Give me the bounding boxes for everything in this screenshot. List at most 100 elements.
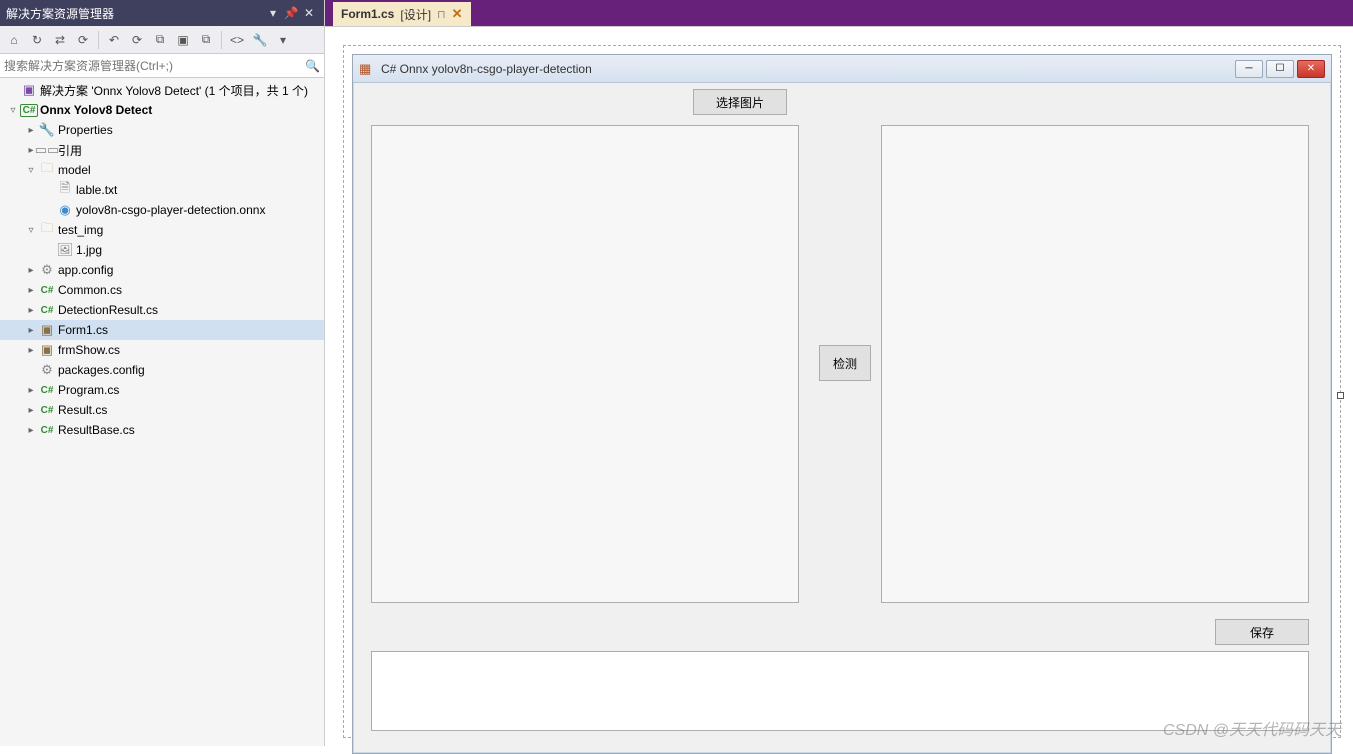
- solution-explorer-search[interactable]: 🔍: [0, 54, 324, 78]
- expand-icon[interactable]: ▸: [24, 345, 38, 356]
- form-titlebar[interactable]: C# Onnx yolov8n-csgo-player-detection ─ …: [353, 55, 1331, 83]
- toolbar-button[interactable]: 🔧: [250, 30, 270, 50]
- tree-item[interactable]: ▿🗀test_img: [0, 220, 324, 240]
- tab-filename: Form1.cs: [341, 7, 394, 21]
- tree-item[interactable]: ▸⚙app.config: [0, 260, 324, 280]
- tab-mode: [设计]: [400, 6, 431, 23]
- expand-icon[interactable]: ▿: [24, 165, 38, 176]
- globe-icon: ◉: [56, 202, 74, 218]
- output-picture-box[interactable]: [881, 125, 1309, 603]
- expand-icon[interactable]: ▿: [24, 225, 38, 236]
- tab-form1-design[interactable]: Form1.cs [设计] ⊓ ✕: [333, 2, 471, 26]
- tree-item-label: yolov8n-csgo-player-detection.onnx: [74, 203, 265, 217]
- tree-item-label: Properties: [56, 123, 113, 137]
- file-icon: 🖼: [56, 242, 74, 258]
- form-icon: ▣: [38, 322, 56, 338]
- expand-icon[interactable]: ▸: [24, 325, 38, 336]
- design-surface[interactable]: C# Onnx yolov8n-csgo-player-detection ─ …: [325, 26, 1353, 746]
- tree-item[interactable]: 🖼1.jpg: [0, 240, 324, 260]
- toolbar-button[interactable]: ⧉: [150, 30, 170, 50]
- cs-icon: C#: [38, 305, 56, 316]
- form-minimize-button[interactable]: ─: [1235, 60, 1263, 78]
- tree-item-label: ResultBase.cs: [56, 423, 135, 437]
- tree-item-label: 引用: [56, 142, 82, 159]
- fold-icon: 🗀: [38, 159, 56, 181]
- tree-item[interactable]: ◉yolov8n-csgo-player-detection.onnx: [0, 200, 324, 220]
- expand-icon[interactable]: ▸: [24, 405, 38, 416]
- form-close-button[interactable]: ✕: [1297, 60, 1325, 78]
- tree-item[interactable]: ⚙packages.config: [0, 360, 324, 380]
- search-input[interactable]: [4, 59, 305, 73]
- toolbar-button[interactable]: <>: [227, 30, 247, 50]
- tree-item[interactable]: ▸▣Form1.cs: [0, 320, 324, 340]
- tree-item-label: 1.jpg: [74, 243, 102, 257]
- tree-item-label: app.config: [56, 263, 113, 277]
- tree-item[interactable]: ▿C#Onnx Yolov8 Detect: [0, 100, 324, 120]
- select-image-button[interactable]: 选择图片: [693, 89, 787, 115]
- cs-icon: C#: [38, 425, 56, 436]
- toolbar-separator: [221, 31, 222, 49]
- tree-item-label: Form1.cs: [56, 323, 108, 337]
- form-maximize-button[interactable]: ☐: [1266, 60, 1294, 78]
- tree-item-label: Onnx Yolov8 Detect: [38, 103, 152, 117]
- tree-item-label: Program.cs: [56, 383, 119, 397]
- tree-item[interactable]: ▸C#Common.cs: [0, 280, 324, 300]
- tree-item[interactable]: ▣解决方案 'Onnx Yolov8 Detect' (1 个项目，共 1 个): [0, 80, 324, 100]
- tree-item[interactable]: ▸C#DetectionResult.cs: [0, 300, 324, 320]
- save-button[interactable]: 保存: [1215, 619, 1309, 645]
- tree-item-label: Common.cs: [56, 283, 122, 297]
- expand-icon[interactable]: ▿: [6, 105, 20, 116]
- solution-explorer-toolbar: ⌂↻⇄⟳↶⟳⧉▣⧉<>🔧▾: [0, 26, 324, 54]
- toolbar-button[interactable]: ⟳: [127, 30, 147, 50]
- wrench-icon: 🔧: [38, 122, 56, 138]
- tree-item[interactable]: ▸C#Program.cs: [0, 380, 324, 400]
- toolbar-button[interactable]: ⧉: [196, 30, 216, 50]
- expand-icon[interactable]: ▸: [24, 265, 38, 276]
- document-tab-well: Form1.cs [设计] ⊓ ✕: [325, 0, 1353, 26]
- solution-explorer-titlebar[interactable]: 解决方案资源管理器 ▾ 📌 ✕: [0, 0, 324, 26]
- toolbar-button[interactable]: ▾: [273, 30, 293, 50]
- toolbar-button[interactable]: ⟳: [73, 30, 93, 50]
- tree-item-label: Result.cs: [56, 403, 107, 417]
- tree-item[interactable]: ▸C#ResultBase.cs: [0, 420, 324, 440]
- toolbar-button[interactable]: ⌂: [4, 30, 24, 50]
- expand-icon[interactable]: ▸: [24, 125, 38, 136]
- tree-item-label: model: [56, 163, 91, 177]
- tree-item[interactable]: ▸▭▭引用: [0, 140, 324, 160]
- resize-handle-right[interactable]: [1337, 392, 1344, 399]
- cs-icon: C#: [38, 385, 56, 396]
- search-icon[interactable]: 🔍: [305, 59, 320, 73]
- panel-pin-icon[interactable]: 📌: [282, 6, 300, 20]
- solution-tree[interactable]: ▣解决方案 'Onnx Yolov8 Detect' (1 个项目，共 1 个)…: [0, 78, 324, 746]
- input-picture-box[interactable]: [371, 125, 799, 603]
- expand-icon[interactable]: ▸: [24, 425, 38, 436]
- panel-dropdown-icon[interactable]: ▾: [264, 6, 282, 20]
- tree-item-label: lable.txt: [74, 183, 117, 197]
- tree-item[interactable]: ▸🔧Properties: [0, 120, 324, 140]
- detect-button[interactable]: 检测: [819, 345, 871, 381]
- tree-item[interactable]: ▸▣frmShow.cs: [0, 340, 324, 360]
- form-preview[interactable]: C# Onnx yolov8n-csgo-player-detection ─ …: [352, 54, 1332, 754]
- cs-icon: C#: [38, 405, 56, 416]
- toolbar-button[interactable]: ↻: [27, 30, 47, 50]
- tab-pin-icon[interactable]: ⊓: [437, 8, 446, 21]
- expand-icon[interactable]: ▸: [24, 305, 38, 316]
- file-icon: 🗎: [56, 179, 74, 201]
- toolbar-button[interactable]: ⇄: [50, 30, 70, 50]
- tab-close-icon[interactable]: ✕: [452, 6, 463, 22]
- tree-item-label: test_img: [56, 223, 103, 237]
- log-textbox[interactable]: [371, 651, 1309, 731]
- tree-item[interactable]: ▸C#Result.cs: [0, 400, 324, 420]
- expand-icon[interactable]: ▸: [24, 385, 38, 396]
- toolbar-separator: [98, 31, 99, 49]
- cs-icon: C#: [38, 285, 56, 296]
- tree-item[interactable]: ▿🗀model: [0, 160, 324, 180]
- file-icon: ⚙: [38, 262, 56, 278]
- expand-icon[interactable]: ▸: [24, 285, 38, 296]
- toolbar-button[interactable]: ↶: [104, 30, 124, 50]
- solution-explorer-panel: 解决方案资源管理器 ▾ 📌 ✕ ⌂↻⇄⟳↶⟳⧉▣⧉<>🔧▾ 🔍 ▣解决方案 'O…: [0, 0, 325, 746]
- tree-item[interactable]: 🗎lable.txt: [0, 180, 324, 200]
- panel-close-icon[interactable]: ✕: [300, 6, 318, 20]
- design-canvas-border: C# Onnx yolov8n-csgo-player-detection ─ …: [343, 45, 1341, 738]
- toolbar-button[interactable]: ▣: [173, 30, 193, 50]
